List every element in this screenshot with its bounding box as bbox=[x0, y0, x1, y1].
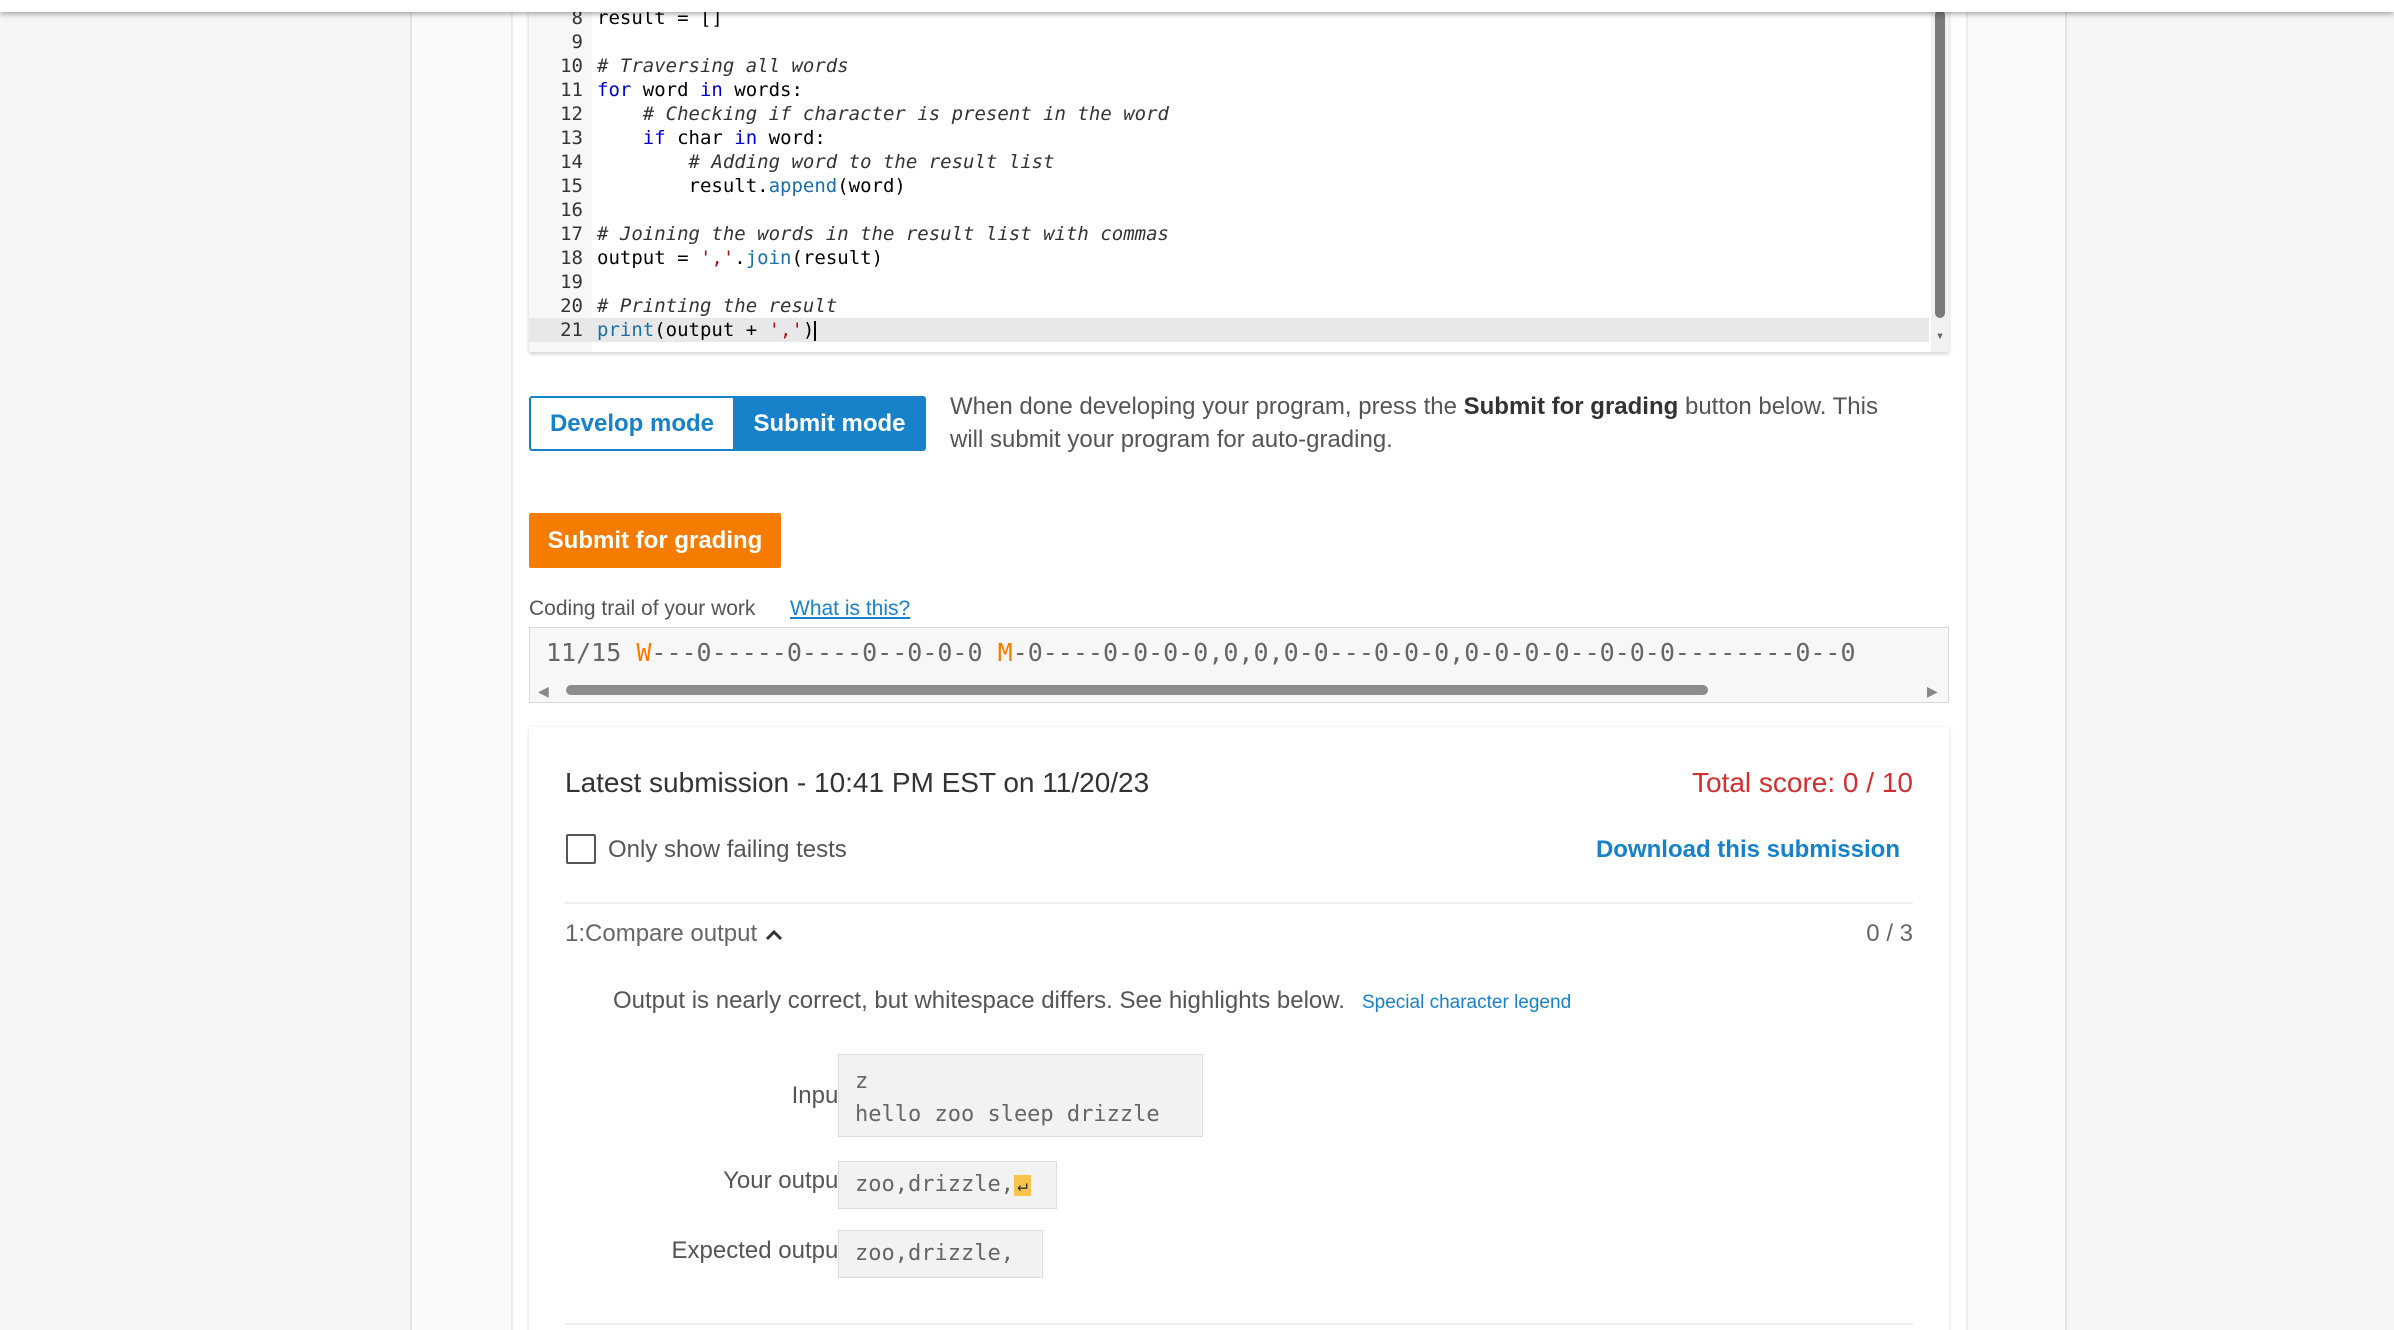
your-output-text: zoo,drizzle, bbox=[855, 1172, 1014, 1197]
special-character-legend-link[interactable]: Special character legend bbox=[1362, 992, 1571, 1014]
coding-trail-text: 11/15 W---0-----0----0--0-0-0 M-0----0-0… bbox=[546, 638, 1856, 667]
mode-help-prefix: When done developing your program, press… bbox=[950, 393, 1464, 420]
line-number: 19 bbox=[560, 271, 583, 293]
line-number: 11 bbox=[560, 79, 583, 101]
only-failing-checkbox-icon[interactable] bbox=[566, 834, 596, 864]
code-editor[interactable]: 8 result = [] 9 10 # Traversing all words 11 f… bbox=[529, 0, 1949, 352]
code-line[interactable]: 17 # Joining the words in the result list… bbox=[529, 222, 1929, 246]
line-number: 13 bbox=[560, 127, 583, 149]
scroll-down-arrow-icon[interactable]: ▾ bbox=[1934, 329, 1946, 343]
line-number: 14 bbox=[560, 151, 583, 173]
code-line[interactable]: 10 # Traversing all words bbox=[529, 54, 1929, 78]
line-number: 17 bbox=[560, 223, 583, 245]
code-line[interactable]: 13 if char in word: bbox=[529, 126, 1929, 150]
line-number: 18 bbox=[560, 247, 583, 269]
test-1-score: 0 / 3 bbox=[1866, 920, 1913, 947]
mode-help-text: When done developing your program, press… bbox=[950, 390, 1910, 456]
expected-output-text: zoo,drizzle, bbox=[855, 1241, 1014, 1266]
code-line[interactable]: 12 # Checking if character is present in… bbox=[529, 102, 1929, 126]
mode-help-bold: Submit for grading bbox=[1463, 393, 1679, 420]
code-text[interactable]: result.append(word) bbox=[597, 174, 906, 198]
code-text[interactable]: if char in word: bbox=[597, 126, 826, 150]
input-line-2: hello zoo sleep drizzle bbox=[855, 1102, 1160, 1127]
your-output-label: Your output bbox=[723, 1167, 845, 1194]
code-text[interactable]: # Checking if character is present in th… bbox=[597, 102, 1169, 126]
submit-for-grading-button[interactable]: Submit for grading bbox=[529, 513, 781, 568]
develop-mode-button[interactable]: Develop mode bbox=[529, 396, 733, 451]
trail-scroll-thumb[interactable] bbox=[566, 685, 1708, 695]
editor-vertical-scrollbar[interactable]: ▾ bbox=[1931, 0, 1949, 352]
code-line[interactable]: 14 # Adding word to the result list bbox=[529, 150, 1929, 174]
code-line[interactable]: 19 bbox=[529, 270, 1929, 294]
text-caret bbox=[814, 320, 817, 341]
trail-horizontal-scrollbar[interactable]: ◀ ▶ bbox=[530, 678, 1948, 702]
latest-submission-card: Latest submission - 10:41 PM EST on 11/2… bbox=[529, 727, 1949, 1330]
code-text[interactable]: output = ','.join(result) bbox=[597, 246, 883, 270]
input-line-1: z bbox=[855, 1069, 869, 1094]
chevron-up-icon[interactable] bbox=[765, 921, 783, 947]
scroll-right-arrow-icon[interactable]: ▶ bbox=[1927, 683, 1938, 700]
top-bar bbox=[0, 0, 2394, 12]
trail-w-sequence: ---0-----0----0--0-0-0 bbox=[651, 638, 983, 667]
coding-trail-label: Coding trail of your work bbox=[529, 597, 756, 620]
line-number: 9 bbox=[571, 31, 583, 53]
editor-scroll-thumb[interactable] bbox=[1935, 10, 1945, 318]
code-line[interactable]: 20 # Printing the result bbox=[529, 294, 1929, 318]
code-line[interactable]: 16 bbox=[529, 198, 1929, 222]
code-text[interactable]: for word in words: bbox=[597, 78, 803, 102]
test-1-header[interactable]: 1:Compare output bbox=[565, 920, 783, 948]
line-number: 21 bbox=[560, 319, 583, 341]
trail-m-sequence: -0----0-0-0-0,0,0,0-0---0-0-0,0-0-0-0--0… bbox=[1012, 638, 1856, 667]
input-box: z hello zoo sleep drizzle bbox=[838, 1054, 1203, 1137]
download-submission-button[interactable]: Download this submission bbox=[1596, 836, 1900, 864]
what-is-this-link[interactable]: What is this? bbox=[790, 597, 910, 621]
code-text[interactable]: # Traversing all words bbox=[597, 54, 849, 78]
expected-output-box: zoo,drizzle, bbox=[838, 1230, 1043, 1278]
submit-mode-button[interactable]: Submit mode bbox=[733, 396, 926, 451]
scroll-left-arrow-icon[interactable]: ◀ bbox=[538, 683, 549, 700]
line-number: 12 bbox=[560, 103, 583, 125]
trail-count: 11/15 bbox=[546, 638, 622, 667]
line-number: 10 bbox=[560, 55, 583, 77]
line-number: 15 bbox=[560, 175, 583, 197]
your-output-box: zoo,drizzle, ↵ bbox=[838, 1161, 1057, 1209]
trail-m-mark: M bbox=[997, 638, 1013, 667]
expected-output-label: Expected output bbox=[671, 1237, 845, 1264]
total-score: Total score: 0 / 10 bbox=[1691, 767, 1913, 798]
divider bbox=[565, 1323, 1913, 1325]
code-line[interactable]: 11 for word in words: bbox=[529, 78, 1929, 102]
mode-toggle: Develop mode Submit mode bbox=[529, 396, 926, 451]
code-text[interactable]: # Adding word to the result list bbox=[597, 150, 1055, 174]
line-number: 16 bbox=[560, 199, 583, 221]
only-failing-label[interactable]: Only show failing tests bbox=[608, 836, 847, 864]
code-line[interactable]: 18 output = ','.join(result) bbox=[529, 246, 1929, 270]
input-label: Input bbox=[791, 1082, 845, 1109]
test-message: Output is nearly correct, but whitespace… bbox=[613, 987, 1345, 1014]
submission-title: Latest submission - 10:41 PM EST on 11/2… bbox=[565, 767, 1150, 798]
coding-trail-box: 11/15 W---0-----0----0--0-0-0 M-0----0-0… bbox=[529, 627, 1949, 703]
code-text[interactable]: # Printing the result bbox=[597, 294, 837, 318]
code-line[interactable]: 21 print(output + ',') bbox=[529, 318, 1929, 342]
trail-w-mark: W bbox=[636, 638, 652, 667]
divider bbox=[565, 902, 1913, 904]
newline-highlight-icon: ↵ bbox=[1013, 1175, 1031, 1196]
code-text[interactable]: # Joining the words in the result list w… bbox=[597, 222, 1169, 246]
code-text[interactable]: print(output + ',') bbox=[597, 318, 817, 342]
line-number: 20 bbox=[560, 295, 583, 317]
test-1-title: 1:Compare output bbox=[565, 920, 758, 947]
code-line[interactable]: 9 bbox=[529, 30, 1929, 54]
code-line[interactable]: 15 result.append(word) bbox=[529, 174, 1929, 198]
